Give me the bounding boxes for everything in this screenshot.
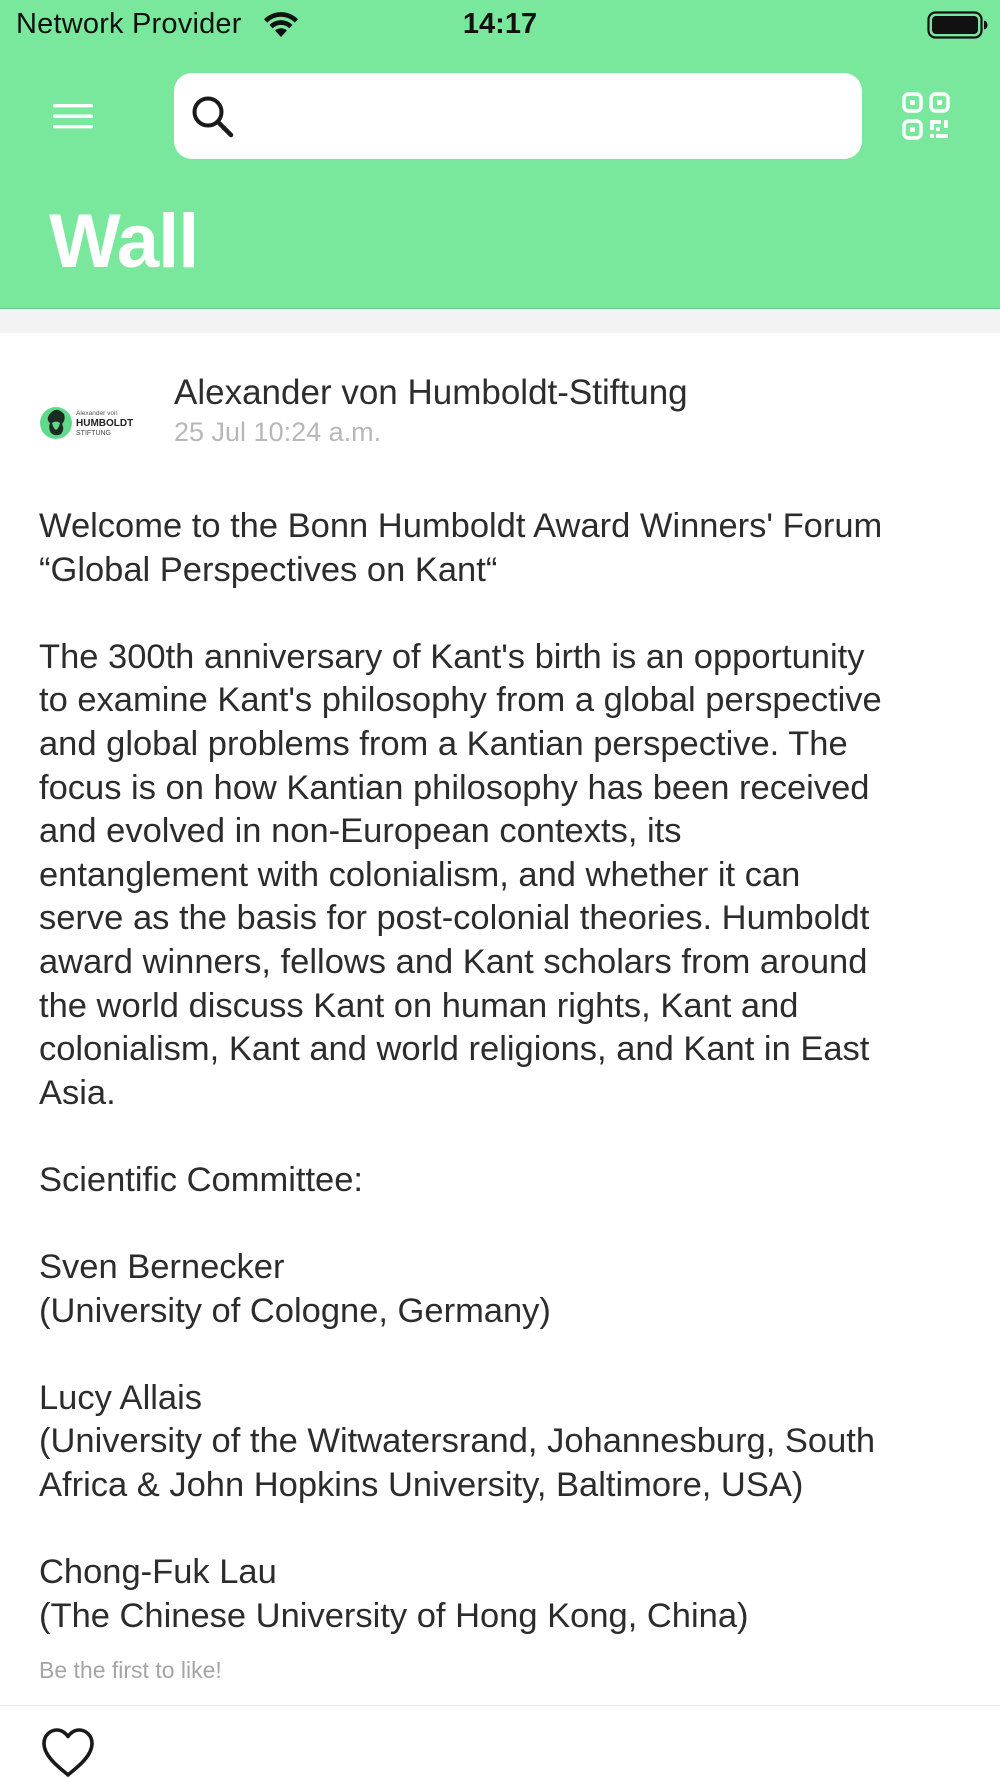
post-line: Lucy Allais <box>39 1378 202 1417</box>
post-line: The 300th anniversary of Kant's birth is… <box>39 637 865 676</box>
post-line: and global problems from a Kantian persp… <box>39 724 848 763</box>
header: Network Provider 14:17 Wall <box>0 0 1000 309</box>
post-line: and evolved in non-European contexts, it… <box>39 812 682 851</box>
post-line: Asia. <box>39 1073 116 1112</box>
post-line: focus is on how Kantian philosophy has b… <box>39 768 870 807</box>
post-line: “Global Perspectives on Kant“ <box>39 550 498 589</box>
post-line: entanglement with colonialism, and wheth… <box>39 855 801 894</box>
post-paragraph: Welcome to the Bonn Humboldt Award Winne… <box>39 505 979 592</box>
section-separator <box>0 310 1000 333</box>
post-line: (The Chinese University of Hong Kong, Ch… <box>39 1596 749 1635</box>
qr-code-icon <box>902 92 950 140</box>
post-timestamp: 25 Jul 10:24 a.m. <box>174 417 382 447</box>
svg-text:Alexander von: Alexander von <box>76 410 118 417</box>
likes-note: Be the first to like! <box>39 1657 222 1683</box>
svg-text:STIFTUNG: STIFTUNG <box>76 430 111 437</box>
humboldt-logo-avatar: Alexander von HUMBOLDT STIFTUNG <box>40 407 133 439</box>
search-icon <box>192 96 234 138</box>
search-input[interactable] <box>246 73 846 159</box>
post-line: Chong-Fuk Lau <box>39 1553 277 1592</box>
post-line: Africa & John Hopkins University, Baltim… <box>39 1466 804 1505</box>
heart-icon[interactable] <box>40 1725 96 1778</box>
post-paragraph: The 300th anniversary of Kant's birth is… <box>39 636 979 1116</box>
post-line: the world discuss Kant on human rights, … <box>39 986 799 1025</box>
post-line: Welcome to the Bonn Humboldt Award Winne… <box>39 507 883 545</box>
post-paragraph: Sven Bernecker (University of Cologne, G… <box>39 1246 979 1333</box>
app-screen: Network Provider 14:17 Wall Alexander vo… <box>0 0 1000 1778</box>
menu-icon <box>53 104 93 129</box>
status-bar: Network Provider 14:17 <box>0 0 1000 50</box>
wall-post: Alexander von HUMBOLDT STIFTUNG Alexande… <box>0 333 1000 1778</box>
divider <box>0 1705 1000 1706</box>
post-paragraph: Chong-Fuk Lau (The Chinese University of… <box>39 1551 979 1638</box>
post-line: (University of the Witwatersrand, Johann… <box>39 1422 876 1461</box>
post-line: Scientific Committee: <box>39 1160 364 1199</box>
post-line: (University of Cologne, Germany) <box>39 1291 551 1330</box>
qr-scan-button[interactable] <box>898 88 954 144</box>
svg-text:HUMBOLDT: HUMBOLDT <box>76 418 133 429</box>
post-line: award winners, fellows and Kant scholars… <box>39 942 868 981</box>
page-title: Wall <box>49 199 199 284</box>
post-line: Sven Bernecker <box>39 1248 285 1287</box>
post-line: to examine Kant's philosophy from a glob… <box>39 681 882 720</box>
post-line: serve as the basis for post-colonial the… <box>39 899 870 938</box>
post-paragraph: Lucy Allais (University of the Witwaters… <box>39 1377 979 1508</box>
post-line: colonialism, Kant and world religions, a… <box>39 1030 870 1069</box>
post-body: Welcome to the Bonn Humboldt Award Winne… <box>39 505 979 1638</box>
menu-button[interactable] <box>40 88 106 144</box>
post-paragraph: Scientific Committee: <box>39 1159 979 1203</box>
post-author[interactable]: Alexander von Humboldt-Stiftung <box>174 373 688 413</box>
status-time: 14:17 <box>462 8 538 40</box>
battery-icon <box>927 11 988 39</box>
search-bar[interactable] <box>174 73 862 159</box>
